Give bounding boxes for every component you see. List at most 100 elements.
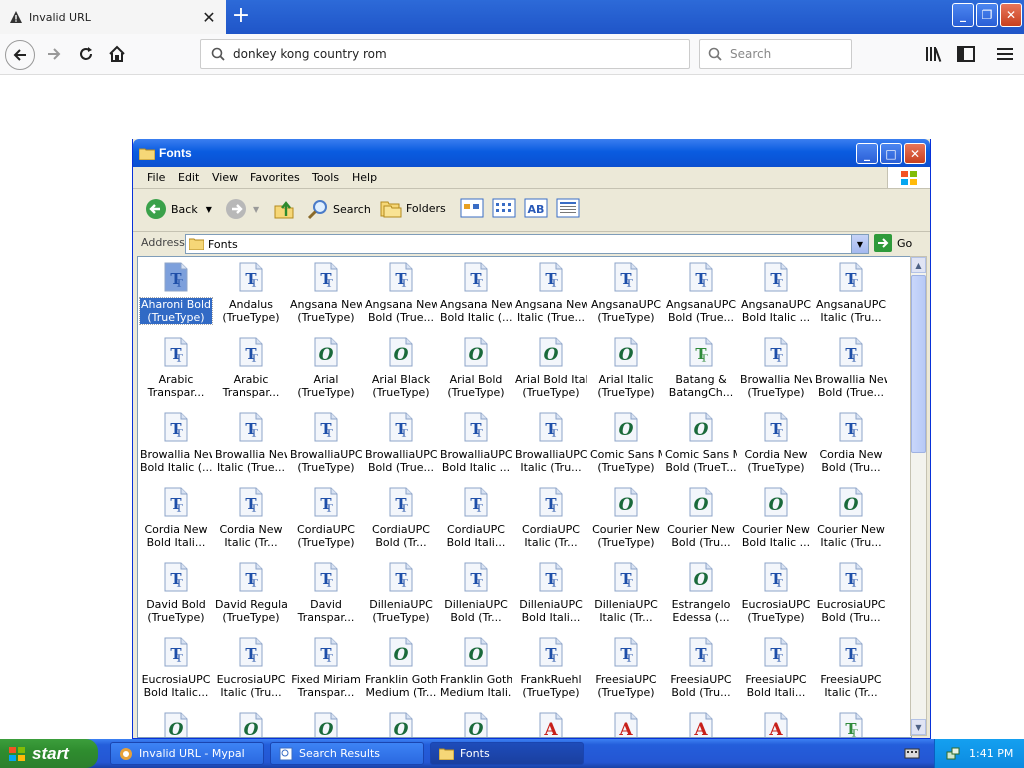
up-button[interactable]	[273, 198, 295, 220]
font-item[interactable]: A	[590, 710, 662, 737]
font-item[interactable]: O	[140, 710, 212, 737]
font-item[interactable]: T T DilleniaUPC Bold Itali...	[515, 560, 587, 632]
scroll-up-arrow-icon[interactable]: ▲	[911, 257, 926, 273]
taskbar-item-search-results[interactable]: Search Results	[270, 742, 424, 765]
taskbar-item-fonts[interactable]: Fonts	[430, 742, 584, 765]
font-item[interactable]: O Arial Bold (TrueType)	[440, 335, 512, 407]
font-item[interactable]: A	[515, 710, 587, 737]
font-item[interactable]: T T Arabic Transpar...	[140, 335, 212, 407]
font-item[interactable]: T T BrowalliaUPC Italic (Tru...	[515, 410, 587, 482]
keyboard-icon[interactable]	[904, 746, 920, 763]
font-item[interactable]: TT	[815, 710, 887, 737]
menu-tools[interactable]: Tools	[312, 171, 339, 184]
view-list-button[interactable]	[492, 198, 516, 218]
font-item[interactable]: T T Browallia New (TrueType)	[740, 335, 812, 407]
reload-button[interactable]	[72, 40, 100, 68]
font-item[interactable]: O Courier New Bold Italic ...	[740, 485, 812, 557]
fonts-folder-view[interactable]: T T Aharoni Bold (TrueType) T T Andalus (TrueTy…	[137, 256, 912, 738]
font-item[interactable]: A	[740, 710, 812, 737]
menu-view[interactable]: View	[212, 171, 238, 184]
font-item[interactable]: T T FreesiaUPC Italic (Tr...	[815, 635, 887, 707]
font-item[interactable]: O	[365, 710, 437, 737]
font-item[interactable]: T T AngsanaUPC Bold Italic ...	[740, 260, 812, 332]
url-bar[interactable]: donkey kong country rom	[200, 39, 690, 69]
close-button[interactable]: ✕	[904, 143, 926, 164]
chevron-down-icon[interactable]: ▼	[206, 205, 212, 214]
close-button[interactable]: ✕	[1000, 3, 1022, 27]
scroll-down-arrow-icon[interactable]: ▼	[911, 719, 926, 735]
new-tab-button[interactable]: +	[230, 4, 252, 28]
chevron-down-icon[interactable]: ▼	[253, 205, 259, 214]
font-item[interactable]: T T Angsana New (TrueType)	[290, 260, 362, 332]
font-item[interactable]: T T FrankRuehl (TrueType)	[515, 635, 587, 707]
search-input[interactable]	[728, 46, 842, 62]
view-details-button[interactable]	[556, 198, 580, 218]
font-item[interactable]: T T Cordia New Italic (Tr...	[215, 485, 287, 557]
font-item[interactable]: O Arial (TrueType)	[290, 335, 362, 407]
back-button[interactable]: Back ▼	[145, 198, 212, 220]
font-item[interactable]: A	[665, 710, 737, 737]
menu-edit[interactable]: Edit	[178, 171, 199, 184]
chevron-down-icon[interactable]: ▼	[851, 235, 868, 253]
menu-help[interactable]: Help	[352, 171, 377, 184]
font-item[interactable]: T T Cordia New Bold (Tru...	[815, 410, 887, 482]
font-item[interactable]: O Comic Sans MS(TrueType)	[590, 410, 662, 482]
menu-file[interactable]: File	[147, 171, 165, 184]
font-item[interactable]: O	[215, 710, 287, 737]
back-button[interactable]	[5, 40, 35, 70]
font-item[interactable]: O Franklin GothicMedium (Tr...	[365, 635, 437, 707]
library-button[interactable]	[920, 40, 948, 68]
font-item[interactable]: T T Angsana New Italic (True...	[515, 260, 587, 332]
forward-button[interactable]: ▼	[225, 198, 259, 220]
view-similarity-button[interactable]: AB	[524, 198, 548, 218]
font-item[interactable]: T T Aharoni Bold (TrueType)	[139, 260, 213, 332]
forward-button[interactable]	[40, 40, 68, 68]
font-item[interactable]: T T CordiaUPC Bold (Tr...	[365, 485, 437, 557]
font-item[interactable]: T T Angsana New Bold (True...	[365, 260, 437, 332]
font-item[interactable]: T T BrowalliaUPC Bold (True...	[365, 410, 437, 482]
font-item[interactable]: T T Browallia New Bold Italic (...	[140, 410, 212, 482]
search-button[interactable]: Search	[307, 198, 371, 220]
font-item[interactable]: T T FreesiaUPC Bold (Tru...	[665, 635, 737, 707]
maximize-button[interactable]: □	[880, 143, 902, 164]
font-item[interactable]: O Estrangelo Edessa (...	[665, 560, 737, 632]
font-item[interactable]: T T CordiaUPC Italic (Tr...	[515, 485, 587, 557]
font-item[interactable]: O	[290, 710, 362, 737]
font-item[interactable]: T T FreesiaUPC (TrueType)	[590, 635, 662, 707]
font-item[interactable]: T T Cordia New (TrueType)	[740, 410, 812, 482]
font-item[interactable]: T T Batang & BatangCh...	[665, 335, 737, 407]
font-item[interactable]: O Arial Black (TrueType)	[365, 335, 437, 407]
sidebar-button[interactable]	[952, 40, 980, 68]
font-item[interactable]: T T AngsanaUPC Italic (Tru...	[815, 260, 887, 332]
home-button[interactable]	[103, 40, 131, 68]
network-icon[interactable]	[945, 746, 961, 762]
address-field[interactable]: Fonts ▼	[185, 234, 869, 254]
font-item[interactable]: T T Angsana New Bold Italic (...	[440, 260, 512, 332]
font-item[interactable]: T T David Regular (TrueType)	[215, 560, 287, 632]
go-button[interactable]: Go	[874, 234, 912, 252]
window-title-bar[interactable]: Fonts _ □ ✕	[133, 139, 930, 167]
font-item[interactable]: T T EucrosiaUPC Bold (Tru...	[815, 560, 887, 632]
font-item[interactable]: T T David Bold (TrueType)	[140, 560, 212, 632]
font-item[interactable]: T T EucrosiaUPC (TrueType)	[740, 560, 812, 632]
font-item[interactable]: T T CordiaUPC Bold Itali...	[440, 485, 512, 557]
font-item[interactable]: T T AngsanaUPC Bold (True...	[665, 260, 737, 332]
font-item[interactable]: T T DilleniaUPC Bold (Tr...	[440, 560, 512, 632]
scroll-thumb[interactable]	[911, 275, 926, 453]
font-item[interactable]: O Arial Bold Italic(TrueType)	[515, 335, 587, 407]
font-item[interactable]: T T Arabic Transpar...	[215, 335, 287, 407]
font-item[interactable]: T T EucrosiaUPC Bold Italic...	[140, 635, 212, 707]
font-item[interactable]: O	[440, 710, 512, 737]
font-item[interactable]: O Courier New (TrueType)	[590, 485, 662, 557]
font-item[interactable]: O Arial Italic (TrueType)	[590, 335, 662, 407]
maximize-button[interactable]: ❐	[976, 3, 998, 27]
font-item[interactable]: T T AngsanaUPC (TrueType)	[590, 260, 662, 332]
font-item[interactable]: T T David Transpar...	[290, 560, 362, 632]
folders-button[interactable]: Folders	[380, 198, 446, 218]
font-item[interactable]: T T Browallia New Bold (True...	[815, 335, 887, 407]
taskbar-item-browser[interactable]: Invalid URL - Mypal	[110, 742, 264, 765]
vertical-scrollbar[interactable]: ▲ ▼	[910, 256, 927, 736]
font-item[interactable]: T T Fixed Miriam Transpar...	[290, 635, 362, 707]
search-bar[interactable]	[699, 39, 852, 69]
font-item[interactable]: T T DilleniaUPC (TrueType)	[365, 560, 437, 632]
